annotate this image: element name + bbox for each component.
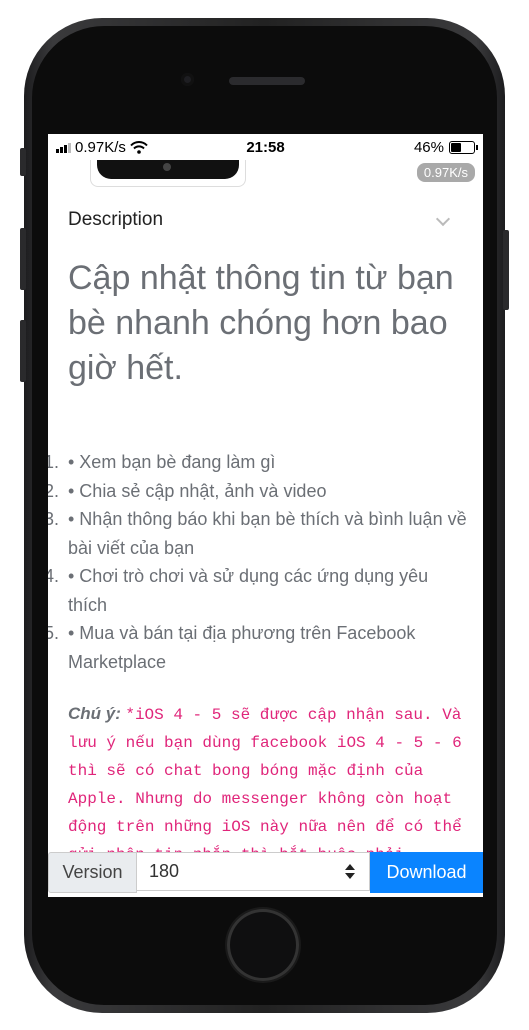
feature-list: 1. • Xem bạn bè đang làm gì 2. • Chia sẻ c… [48, 448, 468, 676]
earpiece-speaker [229, 77, 305, 85]
volume-up-button [20, 228, 26, 290]
list-item: 1. • Xem bạn bè đang làm gì [48, 452, 276, 472]
version-value: 180 [149, 861, 180, 881]
version-label: Version [48, 852, 137, 893]
power-button [503, 230, 509, 310]
list-item: 4. • Chơi trò chơi và sử dụng các ứng dụn… [48, 566, 429, 615]
battery-percent: 46% [413, 139, 444, 156]
mute-switch [20, 148, 26, 176]
front-camera [181, 73, 194, 86]
version-select[interactable]: 180 [137, 852, 370, 891]
phone-screen: 0.97K/s 21:58 46% 0.97K/s Description Cậ… [48, 134, 483, 897]
chevron-down-icon[interactable] [435, 211, 451, 227]
status-right: 46% [413, 139, 478, 156]
list-item: 3. • Nhận thông báo khi bạn bè thích và b… [48, 509, 467, 558]
status-bar: 0.97K/s 21:58 46% [48, 134, 483, 160]
list-item: 5. • Mua và bán tại địa phương trên Faceb… [48, 623, 416, 672]
home-button[interactable] [227, 909, 299, 981]
select-arrows-icon [345, 863, 355, 881]
download-button[interactable]: Download [370, 852, 483, 893]
speed-badge: 0.97K/s [416, 163, 475, 182]
volume-down-button [20, 320, 26, 382]
description-header[interactable]: Description [68, 209, 163, 231]
description-headline: Cập nhật thông tin từ bạn bè nhanh chóng… [68, 259, 454, 387]
list-item: 2. • Chia sẻ cập nhật, ảnh và video [48, 480, 327, 501]
device-preview-image [90, 158, 246, 187]
note-label: Chú ý: [68, 704, 121, 723]
download-bar: Version 180 Download [48, 852, 483, 893]
battery-icon [449, 141, 478, 154]
